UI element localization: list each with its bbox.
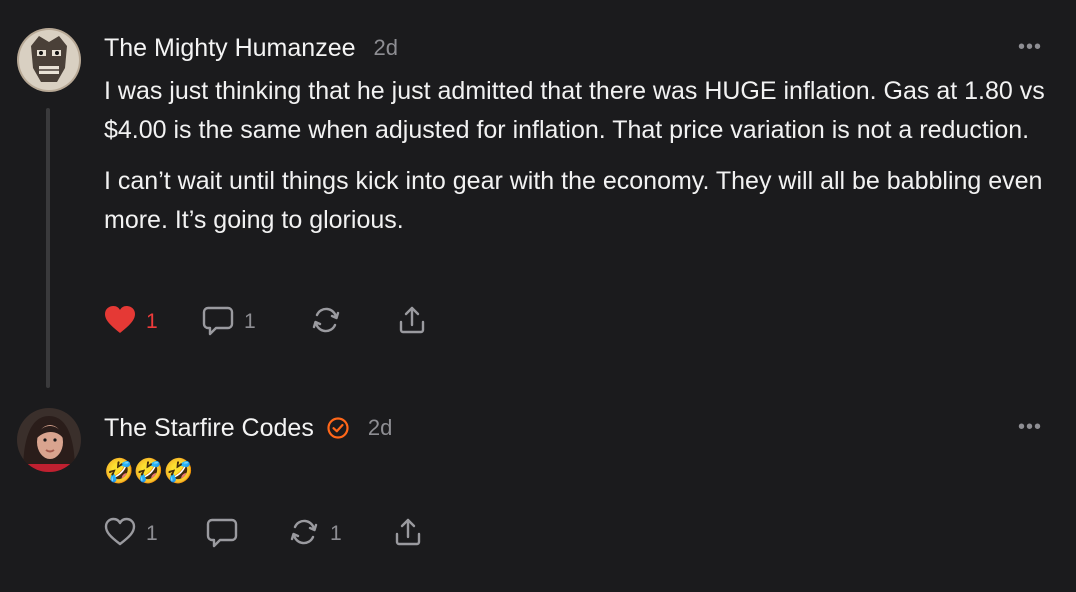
author-name[interactable]: The Starfire Codes [104, 414, 314, 443]
verified-badge-icon [326, 416, 350, 440]
comment-paragraph: I can’t wait until things kick into gear… [104, 167, 1043, 234]
avatar[interactable] [17, 408, 81, 472]
timestamp[interactable]: 2d [374, 35, 398, 61]
heart-icon [104, 305, 136, 340]
reply-button[interactable]: 1 [202, 304, 256, 340]
share-button[interactable] [396, 304, 428, 340]
restack-icon [310, 304, 342, 341]
avatar[interactable] [17, 28, 81, 92]
thread-line [46, 108, 50, 388]
share-icon [396, 304, 428, 341]
like-count: 1 [146, 310, 158, 333]
like-button[interactable]: 1 [104, 304, 158, 340]
reply-count: 1 [244, 310, 256, 333]
author-name[interactable]: The Mighty Humanzee [104, 34, 356, 63]
heart-outline-icon [104, 517, 136, 552]
reply-button[interactable] [206, 516, 242, 552]
share-button[interactable] [392, 516, 424, 552]
restack-button[interactable]: 1 [288, 516, 342, 552]
comment-paragraph: I was just thinking that he just admitte… [104, 77, 1045, 144]
like-button[interactable]: 1 [104, 516, 158, 552]
comment-header: The Mighty Humanzee 2d [104, 32, 398, 64]
comment-body: 🤣🤣🤣 [104, 458, 194, 485]
more-options-icon[interactable]: ••• [1018, 36, 1042, 59]
restack-icon [288, 516, 320, 553]
comment-icon [206, 516, 238, 553]
more-options-icon[interactable]: ••• [1018, 416, 1042, 439]
restack-count: 1 [330, 522, 342, 545]
comment-header: The Starfire Codes 2d [104, 412, 392, 444]
comment-body: I was just thinking that he just admitte… [104, 72, 1054, 252]
comment-1: The Mighty Humanzee 2d ••• I was just th… [0, 0, 1076, 390]
share-icon [392, 516, 424, 553]
like-count: 1 [146, 522, 158, 545]
comment-icon [202, 304, 234, 341]
timestamp[interactable]: 2d [368, 415, 392, 441]
restack-button[interactable] [310, 304, 346, 340]
comment-2: The Starfire Codes 2d ••• 🤣🤣🤣 1 1 [0, 390, 1076, 592]
